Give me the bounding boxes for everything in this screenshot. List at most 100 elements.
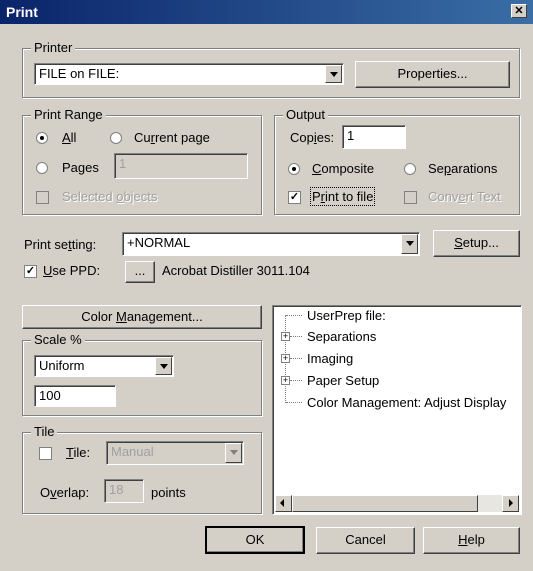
chevron-down-icon[interactable] <box>401 234 418 254</box>
scroll-thumb[interactable] <box>292 495 478 512</box>
color-management-button[interactable]: Color Management... <box>22 305 262 329</box>
range-all-radio[interactable] <box>36 132 48 144</box>
scale-value-input[interactable]: 100 <box>34 385 116 407</box>
tree-branch <box>290 358 302 359</box>
horizontal-scrollbar[interactable] <box>275 495 519 512</box>
ppd-name: Acrobat Distiller 3011.104 <box>162 263 310 278</box>
separations-label[interactable]: Separations <box>428 161 497 176</box>
label-rest: rent page <box>154 130 210 145</box>
tree-branch <box>286 402 302 403</box>
expand-icon[interactable]: + <box>281 354 290 363</box>
print-setting-value: +NORMAL <box>127 235 191 250</box>
output-legend: Output <box>283 107 329 122</box>
label-rest: omposite <box>321 161 375 176</box>
title-bar[interactable]: Print ✕ <box>0 0 533 24</box>
pages-input[interactable]: 1 <box>114 153 248 179</box>
mnemonic: C <box>312 161 322 176</box>
mnemonic: A <box>62 130 71 145</box>
range-current-label[interactable]: Current page <box>134 130 210 145</box>
label-pre: Cu <box>134 130 151 145</box>
use-ppd-label[interactable]: Use PPD: <box>43 263 100 278</box>
scale-select-value: Uniform <box>39 358 85 373</box>
selected-objects-checkbox[interactable] <box>36 191 49 204</box>
mnemonic: e <box>458 189 466 204</box>
overlap-label: Overlap: <box>40 485 89 500</box>
tree-branch <box>290 380 302 381</box>
tree-branch <box>286 315 302 316</box>
label-rest: int to file <box>325 189 374 204</box>
properties-label: Properties... <box>397 66 468 81</box>
overlap-input[interactable]: 18 <box>104 479 144 503</box>
ppd-browse-button[interactable]: ... <box>125 261 155 283</box>
help-label: elp <box>467 532 485 547</box>
tile-label[interactable]: Tile: <box>66 445 90 460</box>
print-setting-label: Print setting: <box>24 237 96 252</box>
pages-input-value: 1 <box>119 156 127 171</box>
properties-button[interactable]: Properties... <box>355 61 510 88</box>
scroll-left-button[interactable] <box>275 495 292 512</box>
tile-legend: Tile <box>31 424 58 439</box>
composite-radio[interactable] <box>288 163 300 175</box>
label-pre: Print se <box>24 237 69 252</box>
settings-tree[interactable]: UserPrep file: + Separations + Imaging +… <box>272 305 522 515</box>
expand-icon[interactable]: + <box>281 376 290 385</box>
label-rest: ile: <box>73 445 91 460</box>
print-to-file-checkbox[interactable]: ✓ <box>288 191 301 204</box>
tree-item-imaging[interactable]: Imaging <box>307 351 353 366</box>
close-button[interactable]: ✕ <box>511 4 527 18</box>
print-setting-select[interactable]: +NORMAL <box>122 232 420 256</box>
scroll-right-button[interactable] <box>502 495 519 512</box>
scale-value: 100 <box>39 388 61 403</box>
range-pages-label[interactable]: Pages <box>62 160 99 175</box>
range-pages-radio[interactable] <box>36 162 48 174</box>
print-to-file-label[interactable]: Print to file <box>309 187 376 206</box>
ok-label: OK <box>245 532 265 547</box>
ok-button[interactable]: OK <box>205 526 305 554</box>
tree-item-paper-setup[interactable]: Paper Setup <box>307 373 379 388</box>
help-button[interactable]: Help <box>423 527 520 554</box>
range-all-label[interactable]: All <box>62 130 76 145</box>
setup-button[interactable]: Setup... <box>433 230 520 257</box>
label-rest: ll <box>70 130 77 145</box>
mnemonic: S <box>454 235 463 250</box>
label-rest: se PPD: <box>52 263 101 278</box>
label-pre: Se <box>428 161 444 176</box>
composite-label[interactable]: Composite <box>312 161 374 176</box>
expand-icon[interactable]: + <box>281 332 290 341</box>
tree-item-userprep[interactable]: UserPrep file: <box>307 308 386 323</box>
label-pre: O <box>40 485 51 500</box>
setup-label: etup... <box>462 235 499 250</box>
printer-select-value: FILE on FILE: <box>39 66 120 81</box>
tree-branch <box>290 336 302 337</box>
label-rest: es: <box>316 130 335 145</box>
overlap-value: 18 <box>109 482 124 497</box>
label-pre: P <box>312 189 321 204</box>
cancel-button[interactable]: Cancel <box>316 527 415 554</box>
tree-item-color-management[interactable]: Color Management: Adjust Display <box>307 395 506 410</box>
print-dialog: Print ✕ Printer FILE on FILE: Properties… <box>0 0 533 571</box>
label-pre: Conv <box>428 189 459 204</box>
window-title: Print <box>6 4 38 20</box>
copies-input[interactable]: 1 <box>342 125 406 149</box>
tile-checkbox[interactable] <box>39 447 52 460</box>
scale-select[interactable]: Uniform <box>34 355 174 377</box>
tile-mode-select[interactable]: Manual <box>106 441 244 465</box>
convert-text-label[interactable]: Convert Text <box>428 189 501 204</box>
label-rest: ting: <box>71 237 97 252</box>
convert-text-checkbox[interactable] <box>404 191 417 204</box>
separations-radio[interactable] <box>404 163 416 175</box>
label-pre: Selected <box>62 189 117 204</box>
chevron-down-icon[interactable] <box>225 443 242 463</box>
chevron-right-icon <box>509 499 513 507</box>
selected-objects-label[interactable]: Selected objects <box>62 189 157 204</box>
range-current-radio[interactable] <box>110 132 122 144</box>
printer-legend: Printer <box>31 40 76 55</box>
chevron-down-icon[interactable] <box>325 65 342 83</box>
printer-select[interactable]: FILE on FILE: <box>34 63 344 85</box>
copies-input-value: 1 <box>347 128 355 143</box>
mnemonic: M <box>115 309 127 324</box>
use-ppd-checkbox[interactable]: ✓ <box>24 265 37 278</box>
chevron-down-icon[interactable] <box>155 357 172 375</box>
mnemonic: H <box>458 532 468 547</box>
tree-item-separations[interactable]: Separations <box>307 329 376 344</box>
